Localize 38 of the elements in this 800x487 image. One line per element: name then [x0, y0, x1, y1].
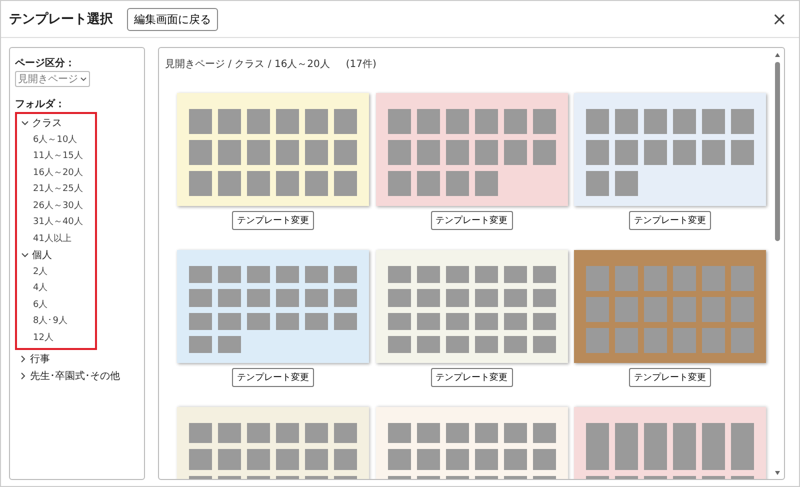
folder-subitem[interactable]: 12人 — [17, 330, 95, 346]
result-count: (17件) — [346, 58, 376, 71]
folder-item[interactable]: 行事 — [15, 351, 120, 368]
template-preview-drawing[interactable] — [376, 250, 568, 363]
dropdown-chevron-icon — [80, 76, 87, 82]
folder-subitem[interactable]: 21人～25人 — [17, 181, 95, 198]
folder-subitem[interactable]: 26人～30人 — [17, 198, 95, 214]
folder-subitem[interactable]: 16人～20人 — [17, 164, 95, 181]
folder-subitem[interactable]: 4人 — [17, 280, 95, 296]
breadcrumb: 見開きページ / クラス / 16人～20人 — [165, 58, 330, 71]
back-button[interactable]: 編集画面に戻る — [127, 8, 218, 30]
folder-subitem[interactable]: 6人～10人 — [17, 132, 95, 148]
folder-subitem[interactable]: 31人～40人 — [17, 214, 95, 230]
template-preview-drawing[interactable] — [177, 93, 369, 206]
change-template-button[interactable]: テンプレート変更 — [430, 211, 512, 230]
folder-item[interactable]: 個人 — [17, 247, 95, 264]
change-template-button[interactable]: テンプレート変更 — [232, 211, 314, 230]
change-template-button[interactable]: テンプレート変更 — [629, 211, 711, 230]
chevron-down-icon — [21, 119, 29, 128]
change-template-button[interactable]: テンプレート変更 — [232, 368, 314, 387]
change-template-button[interactable]: テンプレート変更 — [430, 368, 512, 387]
template-preview-drawing[interactable] — [376, 93, 568, 206]
page-type-select[interactable]: 見開きページ — [15, 71, 90, 87]
chevron-down-icon — [21, 251, 29, 260]
change-template-button[interactable]: テンプレート変更 — [629, 368, 711, 387]
folder-subitem[interactable]: 8人･9人 — [17, 313, 95, 330]
folder-subitem[interactable]: 41人以上 — [17, 230, 95, 247]
template-preview-drawing[interactable] — [574, 93, 766, 206]
page-type-label: ページ区分： — [15, 56, 75, 70]
window-title: テンプレート選択 — [9, 10, 113, 28]
close-button[interactable]: × — [768, 8, 791, 30]
folder-label: フォルダ： — [15, 98, 65, 111]
folder-subitem[interactable]: 2人 — [17, 264, 95, 280]
folder-subitem[interactable]: 11人～15人 — [17, 148, 95, 164]
folder-subitem[interactable]: 6人 — [17, 296, 95, 313]
folder-item[interactable]: クラス — [17, 115, 95, 132]
folder-item[interactable]: 先生･卒園式･その他 — [15, 368, 120, 384]
template-preview-drawing[interactable] — [177, 250, 369, 363]
